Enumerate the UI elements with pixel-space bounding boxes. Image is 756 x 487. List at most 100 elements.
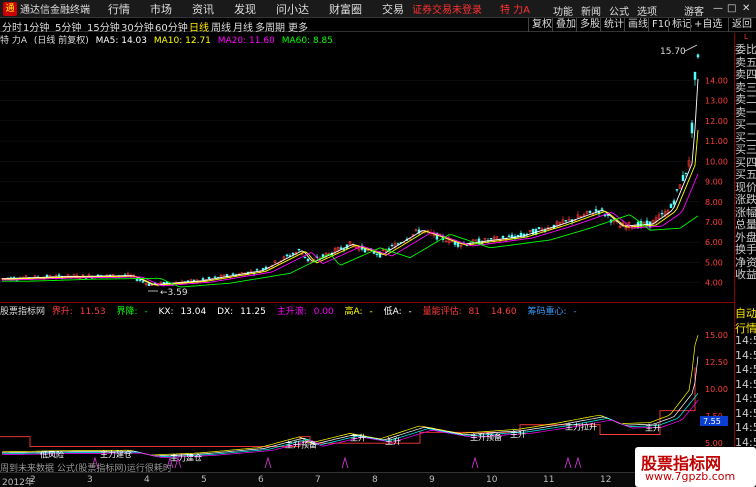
volume-spike (574, 456, 582, 469)
menu-wenxiaoda[interactable]: 问小达 (276, 1, 309, 17)
side-row-22[interactable]: 14:50 (735, 349, 756, 362)
indicator-tick: 12.50 (705, 358, 728, 367)
candle-body (516, 234, 520, 237)
minimize-icon[interactable]: — (713, 3, 723, 14)
price-tick: 14.00 (705, 76, 728, 85)
candle-body (489, 238, 493, 240)
time-scale-label: 7 (315, 475, 321, 485)
btn-back[interactable]: 返回 (728, 18, 755, 32)
current-price-text: 7.55 (703, 417, 721, 426)
signal-label: 主升 (350, 433, 366, 443)
menu-xinwen[interactable]: 新闻 (581, 3, 601, 18)
title-bar: 通 通达信金融终端 行情 市场 资讯 发现 问小达 财富圈 交易 证券交易未登录… (0, 0, 756, 18)
side-panel-header: L (744, 33, 748, 41)
period-week[interactable]: 周线 (211, 19, 231, 34)
candle-body (213, 276, 217, 278)
candle-body (396, 243, 400, 245)
menu-xuanxiang[interactable]: 选项 (637, 3, 657, 18)
indicator-panel[interactable]: 股票指标网 界升: 11.53 界降: - KX: 13.04 DX: 11.2… (0, 304, 734, 469)
candle-body (510, 234, 514, 238)
candle-body (672, 200, 676, 205)
menu-hangqing[interactable]: 行情 (108, 1, 130, 17)
period-toolbar: 分时 1分钟 5分钟 15分钟 30分钟 60分钟 日线 周线 月线 多周期 更… (0, 18, 756, 34)
btn-duogu[interactable]: 多股 (576, 18, 603, 32)
candle-body (693, 71, 697, 80)
candle-body (57, 274, 61, 276)
period-1min[interactable]: 1分钟 (23, 19, 49, 34)
trade-login-notice[interactable]: 证券交易未登录 (412, 1, 482, 16)
time-scale-label: 9 (429, 475, 435, 485)
menu-shichang[interactable]: 市场 (150, 1, 172, 17)
time-scale-label: 12 (600, 475, 612, 485)
time-scale-label: 2 (30, 475, 36, 485)
kline-chart-panel[interactable]: 特 力A (日线 前复权) MA5: 14.03 MA10: 12.71 MA2… (0, 33, 734, 303)
candle-body (660, 212, 664, 215)
volume-spike (564, 456, 572, 469)
maximize-icon[interactable]: □ (727, 3, 736, 14)
kline-svg: 14.00 13.00 12.00 11.00 10.00 9.00 8.00 7.00 6.0… (0, 44, 728, 298)
candle-body (306, 258, 310, 262)
btn-fuquan[interactable]: 复权 (528, 18, 555, 32)
time-scale-label: 11 (543, 475, 555, 485)
period-multi[interactable]: 多周期 (255, 19, 285, 34)
price-tick: 10.00 (705, 157, 728, 166)
price-tick: 5.00 (705, 258, 723, 267)
period-fenshi[interactable]: 分时 (2, 19, 22, 34)
period-day[interactable]: 日线 (189, 19, 209, 34)
btn-huaxian[interactable]: 画线 (624, 18, 651, 32)
candle-body (147, 283, 151, 286)
candle-body (684, 172, 688, 175)
step-line (0, 367, 696, 447)
signal-label: 主升 (510, 429, 526, 439)
indicator-tick: 10.00 (705, 385, 728, 394)
guest-label[interactable]: 游客 (684, 3, 704, 18)
menu-zixun[interactable]: 资讯 (192, 1, 214, 17)
candle-body (261, 268, 265, 270)
candle-body (297, 249, 301, 251)
time-scale-label: 3 (87, 475, 93, 485)
btn-diejia[interactable]: 叠加 (552, 18, 579, 32)
site-watermark: 股票指标网 www.7gpzb.com (635, 447, 756, 487)
period-30min[interactable]: 30分钟 (121, 19, 154, 34)
candle-body (600, 208, 604, 210)
price-tick: 6.00 (705, 238, 723, 247)
btn-add-watchlist[interactable]: +自选 (690, 18, 725, 32)
price-tick: 9.00 (705, 178, 723, 187)
period-5min[interactable]: 5分钟 (55, 19, 81, 34)
menu-gongshi[interactable]: 公式 (609, 3, 629, 18)
ma-line-1 (2, 130, 699, 286)
side-row-25[interactable]: 14:50 (735, 392, 756, 405)
candle-body (537, 227, 541, 229)
period-month[interactable]: 月线 (233, 19, 253, 34)
app-title: 通达信金融终端 (20, 5, 90, 16)
close-icon[interactable]: ✕ (742, 3, 750, 14)
side-row-23[interactable]: 14:50 (735, 363, 756, 376)
period-more[interactable]: 更多 (288, 19, 308, 34)
side-row-18[interactable]: 收益 (735, 266, 756, 282)
side-row-26[interactable]: 14:50 (735, 407, 756, 420)
signal-label: 主力建仓 (170, 452, 202, 462)
price-tick: 13.00 (705, 97, 728, 106)
side-row-24[interactable]: 14:50 (735, 378, 756, 391)
app-logo-icon: 通 (3, 1, 17, 16)
menu-gongneng[interactable]: 功能 (553, 3, 573, 18)
menu-faxian[interactable]: 发现 (234, 1, 256, 17)
time-scale-label: 4 (144, 475, 150, 485)
period-15min[interactable]: 15分钟 (87, 19, 120, 34)
menu-caifuquan[interactable]: 财富圈 (329, 1, 362, 17)
side-row-27[interactable]: 14:50 (735, 421, 756, 434)
time-scale-label: 6 (258, 475, 264, 485)
price-tick: 7.00 (705, 218, 723, 227)
candle-body (669, 204, 673, 208)
btn-tongji[interactable]: 统计 (600, 18, 627, 32)
ma-line-2 (2, 173, 699, 287)
quote-side-panel[interactable]: L 委比 卖五 卖四 卖三 卖二 卖一 买一 买二 买三 买四 买五 现价 涨跌 涨幅 总量 外盘 换手 净资 收益… (734, 33, 756, 487)
period-60min[interactable]: 60分钟 (155, 19, 188, 34)
candle-body (390, 244, 394, 247)
candle-body (675, 189, 679, 191)
side-row-21[interactable]: 14:50 (735, 334, 756, 347)
menu-jiaoyi[interactable]: 交易 (382, 1, 404, 17)
candle-body (231, 273, 235, 275)
low-price-label: ←3.59 (160, 288, 188, 298)
candle-body (588, 210, 592, 213)
